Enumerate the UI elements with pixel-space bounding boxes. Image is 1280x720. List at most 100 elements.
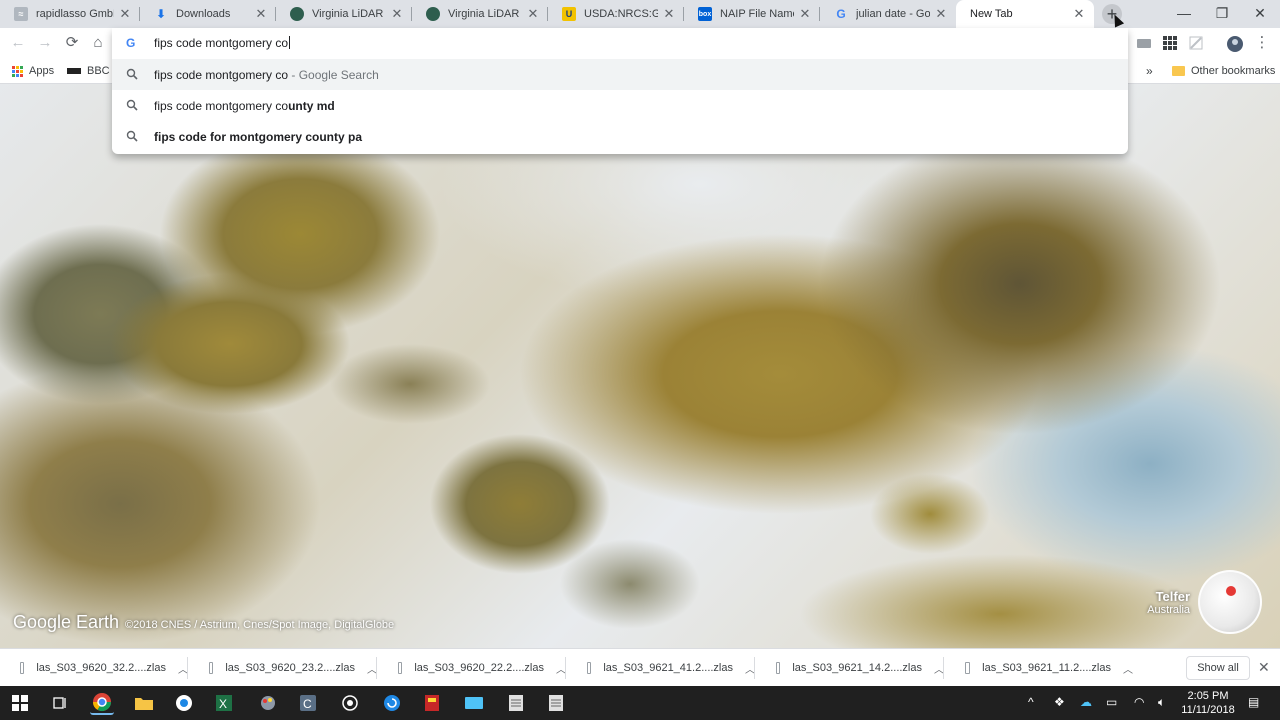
suggestion-text: fips code montgomery co - Google Search (154, 68, 379, 82)
bookmark-label: Apps (29, 65, 55, 77)
taskbar-clock[interactable]: 2:05 PM 11/11/2018 (1180, 689, 1236, 717)
chrome-taskbar-icon[interactable] (90, 691, 114, 715)
download-item[interactable]: las_S03_9620_22.2....zlas ︿ (378, 649, 566, 687)
tab-downloads[interactable]: ⬇ Downloads ✕ (140, 0, 276, 28)
suggestion-item[interactable]: fips code montgomery county md (112, 90, 1128, 121)
close-window-button[interactable]: ✕ (1240, 0, 1280, 28)
download-filename: las_S03_9621_11.2....zlas (982, 662, 1111, 674)
wifi-icon[interactable]: ◠ (1134, 695, 1144, 709)
chevron-up-icon[interactable]: ︿ (1123, 661, 1133, 676)
tab-title: Virginia LiDAR Dat (448, 8, 522, 20)
reload-button[interactable]: ⟳ (62, 33, 82, 53)
file-icon (209, 662, 214, 674)
notepad-icon[interactable] (544, 691, 568, 715)
search-icon (126, 68, 138, 80)
usda-favicon: U (562, 7, 576, 21)
excel-icon[interactable]: X (212, 691, 236, 715)
file-icon (965, 662, 971, 674)
location-label[interactable]: Telfer Australia (1120, 589, 1190, 616)
download-filename: las_S03_9621_14.2....zlas (792, 662, 922, 674)
search-icon (126, 99, 138, 111)
notepad-icon[interactable] (504, 691, 528, 715)
location-pin-icon (1226, 586, 1236, 596)
extension-icon[interactable] (1188, 35, 1204, 51)
download-item[interactable]: las_S03_9621_14.2....zlas ︿ (756, 649, 944, 687)
close-icon[interactable]: ✕ (798, 6, 812, 22)
tray-overflow-chevron-icon[interactable]: ^ (1028, 695, 1034, 709)
minimize-button[interactable]: — (1164, 0, 1204, 28)
google-g-icon: G (126, 36, 136, 50)
close-icon[interactable]: ✕ (118, 6, 132, 22)
app-icon[interactable] (420, 691, 444, 715)
cortana-icon[interactable] (338, 691, 362, 715)
close-icon[interactable]: ✕ (526, 6, 540, 22)
dropbox-icon[interactable]: ❖ (1054, 695, 1065, 709)
edge-icon[interactable] (172, 691, 196, 715)
download-item[interactable]: las_S03_9620_32.2....zlas ︿ (0, 649, 188, 687)
clock-date: 11/11/2018 (1181, 704, 1235, 716)
bookmark-other[interactable]: Other bookmarks (1172, 63, 1275, 79)
suggestion-text: fips code montgomery county md (154, 99, 335, 113)
profile-avatar[interactable] (1226, 35, 1243, 52)
volume-icon[interactable]: 🔈︎ (1158, 695, 1165, 710)
omnibox-dropdown: G fips code montgomery co fips code mont… (112, 28, 1128, 154)
download-filename: las_S03_9620_32.2....zlas (36, 662, 166, 674)
file-icon (587, 662, 592, 674)
globe-icon[interactable] (1198, 570, 1262, 634)
tab-virginia-lidar[interactable]: Virginia LiDAR ✕ (276, 0, 412, 28)
maximize-button[interactable]: ❐ (1202, 0, 1242, 28)
rapidlasso-favicon: ≈ (14, 7, 28, 21)
paint-icon[interactable] (256, 691, 280, 715)
search-icon (126, 130, 138, 142)
tab-rapidlasso[interactable]: ≈ rapidlasso GmbH | ✕ (0, 0, 140, 28)
battery-icon[interactable]: ▭ (1106, 695, 1117, 709)
google-favicon: G (836, 7, 846, 21)
close-downloads-shelf-icon[interactable]: ✕ (1258, 659, 1270, 676)
forward-button[interactable]: → (35, 33, 55, 53)
google-earth-logo[interactable]: Google Earth (13, 612, 119, 633)
close-icon[interactable]: ✕ (390, 6, 404, 22)
back-button[interactable]: ← (8, 33, 28, 53)
address-input[interactable]: fips code montgomery co (154, 36, 291, 50)
download-icon: ⬇ (155, 7, 167, 21)
home-button[interactable]: ⌂ (88, 33, 108, 53)
suggestion-text: fips code for montgomery county pa (154, 130, 363, 144)
tab-title: NAIP File Name.pc (720, 8, 794, 20)
address-bar[interactable]: G fips code montgomery co (112, 28, 1128, 58)
tab-julian-date[interactable]: G julian date - Goog ✕ (820, 0, 956, 28)
close-icon[interactable]: ✕ (254, 6, 268, 22)
show-all-downloads-button[interactable]: Show all (1186, 656, 1250, 680)
folder-icon (1172, 66, 1185, 76)
tab-title: New Tab (970, 8, 1013, 20)
apps-icon (12, 65, 23, 77)
download-item[interactable]: las_S03_9621_11.2....zlas ︿ (945, 649, 1133, 687)
app-icon[interactable] (462, 691, 486, 715)
tab-virginia-lidar-data[interactable]: Virginia LiDAR Dat ✕ (412, 0, 548, 28)
suggestion-item[interactable]: fips code for montgomery county pa (112, 121, 1128, 152)
app-icon[interactable]: C (296, 691, 320, 715)
globe-favicon (290, 7, 304, 21)
onedrive-icon[interactable]: ☁ (1080, 695, 1092, 709)
clock-time: 2:05 PM (1187, 690, 1229, 702)
bookmark-label: Other bookmarks (1191, 65, 1276, 77)
tab-title: USDA:NRCS:Geosp (584, 8, 658, 20)
windows-start-icon[interactable] (8, 691, 32, 715)
bookmarks-overflow-button[interactable]: » (1146, 63, 1153, 79)
tab-usda[interactable]: U USDA:NRCS:Geosp ✕ (548, 0, 684, 28)
tab-new-tab[interactable]: New Tab ✕ (956, 0, 1094, 28)
download-item[interactable]: las_S03_9621_41.2....zlas ︿ (567, 649, 755, 687)
notification-center-icon[interactable]: ▤ (1248, 695, 1259, 709)
extension-icon[interactable] (1136, 35, 1152, 51)
file-explorer-icon[interactable] (132, 691, 156, 715)
close-icon[interactable]: ✕ (934, 6, 948, 22)
suggestion-item[interactable]: fips code montgomery co - Google Search (112, 59, 1128, 90)
tab-naip[interactable]: box NAIP File Name.pc ✕ (684, 0, 820, 28)
menu-kebab-icon[interactable]: ⋮ (1252, 33, 1272, 53)
bookmark-apps[interactable]: Apps (12, 63, 54, 79)
download-item[interactable]: las_S03_9620_23.2....zlas ︿ (189, 649, 377, 687)
close-icon[interactable]: ✕ (662, 6, 676, 22)
close-icon[interactable]: ✕ (1072, 6, 1086, 22)
task-view-icon[interactable] (48, 691, 72, 715)
apps-grid-icon[interactable] (1162, 35, 1178, 51)
app-icon[interactable] (380, 691, 404, 715)
